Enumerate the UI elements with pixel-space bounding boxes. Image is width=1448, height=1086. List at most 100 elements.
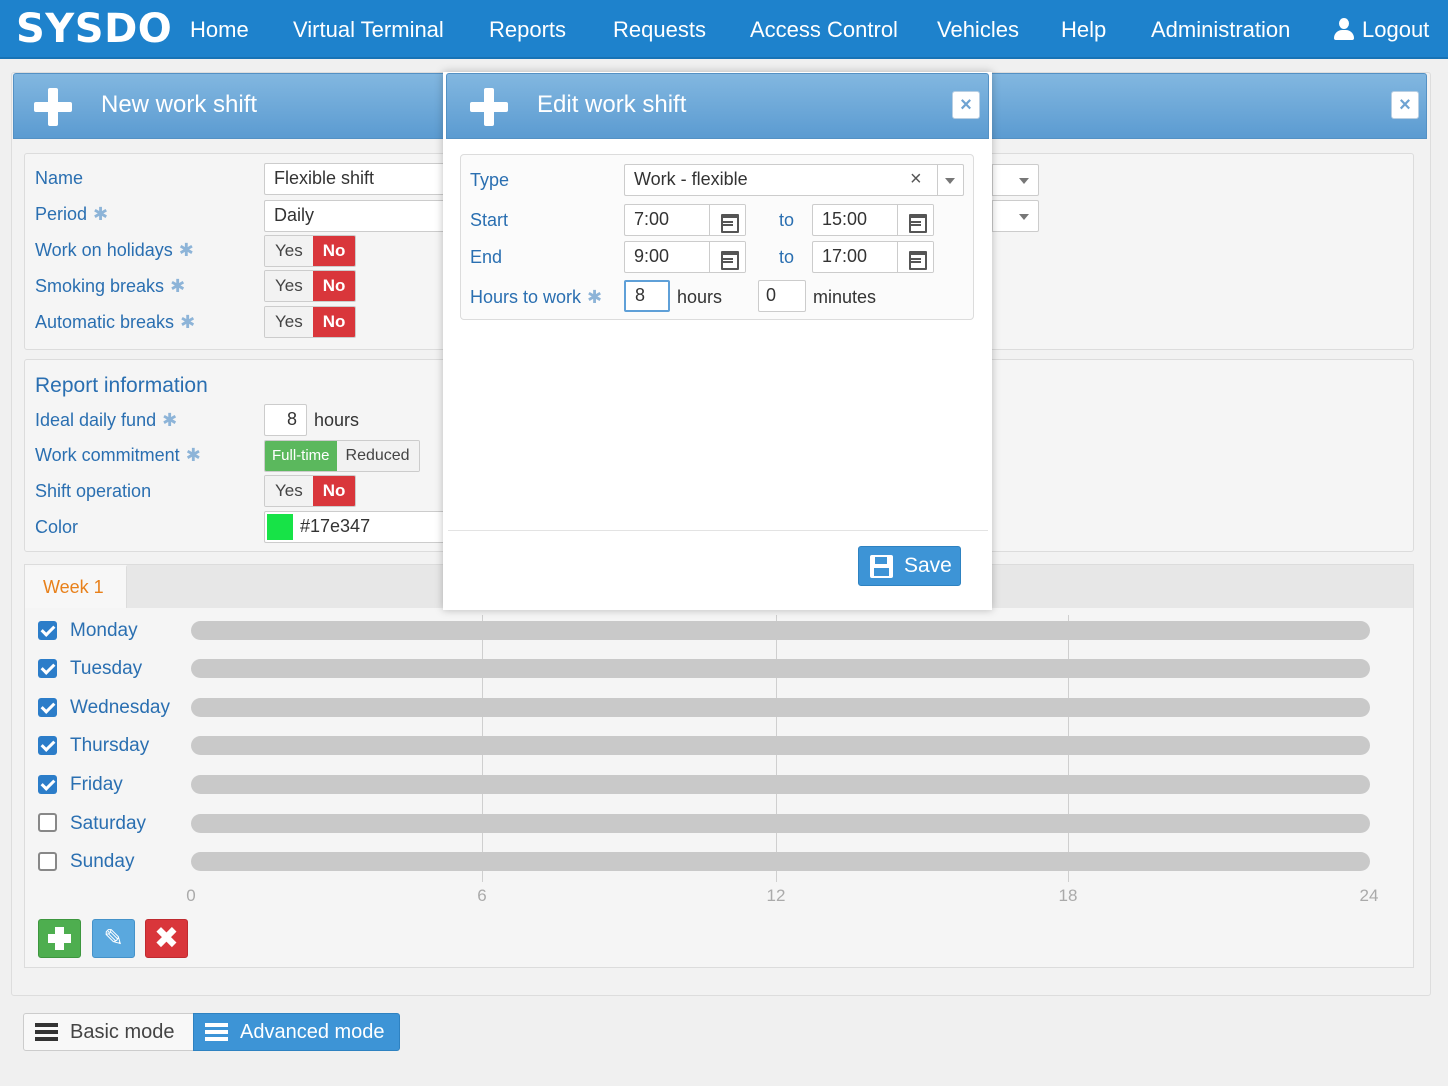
minutes-input[interactable]: 0 xyxy=(758,280,806,312)
day-checkbox[interactable] xyxy=(38,698,57,717)
nav-help[interactable]: Help xyxy=(1061,17,1106,43)
nav-logout[interactable]: Logout xyxy=(1334,17,1429,43)
day-label-friday: Friday xyxy=(70,774,123,795)
calendar-icon[interactable] xyxy=(897,205,933,235)
axis-tick: 0 xyxy=(186,886,196,905)
end-from-input[interactable]: 9:00 xyxy=(624,241,746,273)
clear-icon[interactable]: × xyxy=(910,168,922,191)
hours-to-work-label: Hours to work ✱ xyxy=(470,287,603,307)
dropdown-arrow-icon xyxy=(1019,178,1029,184)
plus-icon xyxy=(34,88,72,126)
fulltime-option[interactable]: Full-time xyxy=(265,441,337,471)
period-label: Period ✱ xyxy=(35,204,109,224)
tab-week-1[interactable]: Week 1 xyxy=(25,565,127,610)
shift-operation-label: Shift operation xyxy=(35,481,152,501)
day-bar[interactable] xyxy=(191,621,1370,640)
no-option[interactable]: No xyxy=(312,271,356,301)
pencil-icon: ✎ xyxy=(103,925,124,952)
save-button[interactable]: Save xyxy=(858,546,961,586)
dropdown-arrow-icon xyxy=(1019,214,1029,220)
nav-requests[interactable]: Requests xyxy=(613,17,706,43)
logout-label: Logout xyxy=(1362,17,1430,42)
day-bar[interactable] xyxy=(191,736,1370,755)
nav-vehicles[interactable]: Vehicles xyxy=(937,17,1019,43)
list-icon xyxy=(35,1023,58,1042)
day-bar[interactable] xyxy=(191,814,1370,833)
reduced-option[interactable]: Reduced xyxy=(336,441,419,471)
yes-option[interactable]: Yes xyxy=(265,476,313,506)
advanced-mode-button[interactable]: Advanced mode xyxy=(193,1013,400,1051)
yes-option[interactable]: Yes xyxy=(265,236,313,266)
calendar-icon[interactable] xyxy=(709,205,745,235)
day-label-thursday: Thursday xyxy=(70,735,150,756)
shift-operation-toggle[interactable]: Yes No xyxy=(264,475,357,507)
fund-label: Ideal daily fund ✱ xyxy=(35,410,178,430)
fund-unit: hours xyxy=(314,410,360,430)
minutes-unit: minutes xyxy=(813,287,877,307)
to-label: to xyxy=(779,210,795,230)
day-checkbox[interactable] xyxy=(38,852,57,871)
nav-reports[interactable]: Reports xyxy=(489,17,566,43)
fund-input[interactable]: 8 xyxy=(264,404,307,436)
name-input[interactable]: Flexible shift xyxy=(264,163,454,195)
day-bar[interactable] xyxy=(191,775,1370,794)
close-icon[interactable]: × xyxy=(1391,91,1419,119)
day-checkbox[interactable] xyxy=(38,775,57,794)
hours-unit: hours xyxy=(677,287,723,307)
day-checkbox[interactable] xyxy=(38,621,57,640)
holidays-label: Work on holidays ✱ xyxy=(35,240,194,260)
panel-title: New work shift xyxy=(101,91,258,118)
start-from-input[interactable]: 7:00 xyxy=(624,204,746,236)
nav-administration[interactable]: Administration xyxy=(1151,17,1290,43)
day-bar[interactable] xyxy=(191,698,1370,717)
color-swatch[interactable] xyxy=(267,514,293,540)
end-to-input[interactable]: 17:00 xyxy=(812,241,934,273)
calendar-icon[interactable] xyxy=(897,242,933,272)
calendar-icon[interactable] xyxy=(709,242,745,272)
required-icon: ✱ xyxy=(180,312,196,332)
day-bar[interactable] xyxy=(191,852,1370,871)
close-icon[interactable]: × xyxy=(952,91,980,119)
period-select[interactable]: Daily xyxy=(264,200,454,232)
edit-button[interactable]: ✎ xyxy=(92,919,135,958)
name-field-dropdown[interactable] xyxy=(992,164,1039,196)
hours-input[interactable]: 8 xyxy=(624,280,670,312)
smoking-toggle[interactable]: Yes No xyxy=(264,270,357,302)
day-bar[interactable] xyxy=(191,659,1370,678)
axis-tick: 18 xyxy=(1058,886,1078,905)
holidays-toggle[interactable]: Yes No xyxy=(264,235,357,267)
nav-access-control[interactable]: Access Control xyxy=(750,17,898,43)
start-to-input[interactable]: 15:00 xyxy=(812,204,934,236)
day-checkbox[interactable] xyxy=(38,659,57,678)
delete-button[interactable]: ✖ xyxy=(145,919,188,958)
nav-virtual-terminal[interactable]: Virtual Terminal xyxy=(293,17,444,43)
save-icon xyxy=(870,555,893,578)
commitment-label: Work commitment ✱ xyxy=(35,445,201,465)
no-option[interactable]: No xyxy=(312,476,356,506)
brand-logo[interactable]: SYSDO xyxy=(16,6,172,52)
basic-mode-button[interactable]: Basic mode xyxy=(23,1013,194,1051)
day-label-sunday: Sunday xyxy=(70,851,135,872)
type-select[interactable]: Work - flexible × xyxy=(624,164,964,196)
period-dropdown[interactable] xyxy=(992,200,1039,232)
required-icon: ✱ xyxy=(587,287,603,307)
commitment-toggle[interactable]: Full-time Reduced xyxy=(264,440,420,472)
axis-tick: 24 xyxy=(1359,886,1379,905)
modal-title: Edit work shift xyxy=(537,91,687,118)
no-option[interactable]: No xyxy=(312,236,356,266)
no-option[interactable]: No xyxy=(312,307,356,337)
day-checkbox[interactable] xyxy=(38,813,57,832)
day-label-wednesday: Wednesday xyxy=(70,697,170,718)
modal-header: Edit work shift × xyxy=(446,73,989,139)
list-icon xyxy=(205,1023,228,1042)
plus-icon xyxy=(470,88,508,126)
user-icon xyxy=(1334,18,1354,40)
color-label: Color xyxy=(35,517,79,537)
auto-breaks-toggle[interactable]: Yes No xyxy=(264,306,357,338)
name-label: Name xyxy=(35,168,84,188)
yes-option[interactable]: Yes xyxy=(265,307,313,337)
nav-home[interactable]: Home xyxy=(190,17,249,43)
day-checkbox[interactable] xyxy=(38,736,57,755)
add-button[interactable] xyxy=(38,919,81,958)
yes-option[interactable]: Yes xyxy=(265,271,313,301)
